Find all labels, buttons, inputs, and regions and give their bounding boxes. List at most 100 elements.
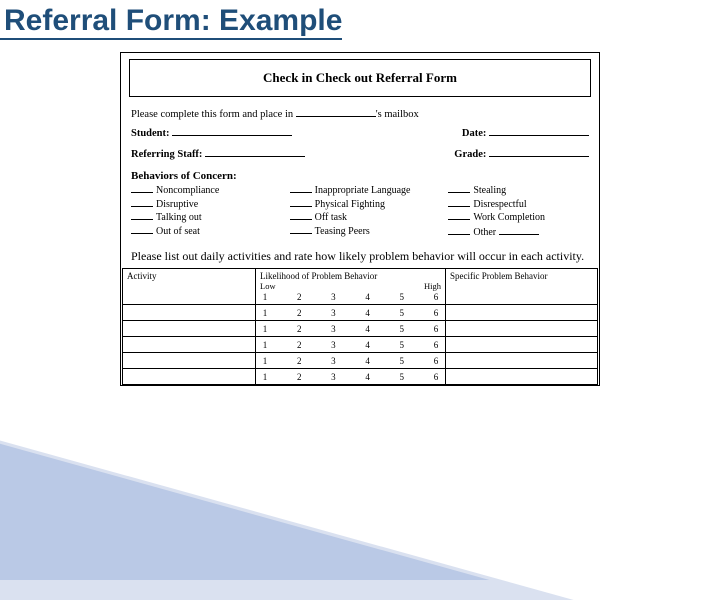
scale-num: 2 bbox=[294, 292, 304, 302]
scale-num[interactable]: 1 bbox=[260, 356, 270, 366]
table-row: 1 2 3 4 5 6 bbox=[123, 369, 598, 385]
behavior-item: Disruptive bbox=[131, 198, 272, 212]
behavior-check[interactable] bbox=[290, 184, 312, 193]
activity-cell[interactable] bbox=[123, 337, 256, 353]
behavior-item: Stealing bbox=[448, 184, 589, 198]
behavior-label: Stealing bbox=[473, 185, 506, 196]
scale-num[interactable]: 3 bbox=[328, 340, 338, 350]
decorative-triangle-1 bbox=[0, 430, 511, 580]
scale-num: 1 bbox=[260, 292, 270, 302]
table-instruction: Please list out daily activities and rat… bbox=[121, 245, 599, 266]
behavior-check[interactable] bbox=[448, 226, 470, 235]
grade-blank[interactable] bbox=[489, 147, 589, 157]
behavior-item: Inappropriate Language bbox=[290, 184, 431, 198]
specific-cell[interactable] bbox=[446, 369, 598, 385]
table-row: 1 2 3 4 5 6 bbox=[123, 321, 598, 337]
row-staff-grade: Referring Staff: Grade: bbox=[121, 143, 599, 164]
scale-num[interactable]: 2 bbox=[294, 324, 304, 334]
referring-staff-blank[interactable] bbox=[205, 147, 305, 157]
scale-num[interactable]: 4 bbox=[363, 356, 373, 366]
scale-num[interactable]: 6 bbox=[431, 324, 441, 334]
scale-num[interactable]: 5 bbox=[397, 372, 407, 382]
other-blank[interactable] bbox=[499, 225, 539, 235]
scale-num[interactable]: 1 bbox=[260, 324, 270, 334]
likelihood-cell[interactable]: 1 2 3 4 5 6 bbox=[256, 321, 446, 337]
behaviors-heading: Behaviors of Concern: bbox=[121, 164, 599, 184]
scale-num[interactable]: 6 bbox=[431, 356, 441, 366]
behavior-label: Teasing Peers bbox=[315, 226, 370, 237]
scale-num[interactable]: 1 bbox=[260, 340, 270, 350]
behavior-check[interactable] bbox=[290, 198, 312, 207]
scale-num[interactable]: 6 bbox=[431, 372, 441, 382]
behavior-item: Talking out bbox=[131, 211, 272, 225]
behavior-label: Other bbox=[473, 227, 496, 238]
scale-num[interactable]: 3 bbox=[328, 356, 338, 366]
scale-num[interactable]: 2 bbox=[294, 340, 304, 350]
behavior-check[interactable] bbox=[131, 198, 153, 207]
activity-cell[interactable] bbox=[123, 321, 256, 337]
behavior-check[interactable] bbox=[448, 211, 470, 220]
behavior-check[interactable] bbox=[448, 198, 470, 207]
behavior-label: Disrespectful bbox=[473, 199, 526, 210]
likelihood-cell[interactable]: 1 2 3 4 5 6 bbox=[256, 369, 446, 385]
date-label: Date: bbox=[462, 128, 487, 139]
behavior-check[interactable] bbox=[131, 184, 153, 193]
behavior-item: Out of seat bbox=[131, 225, 272, 239]
scale-num[interactable]: 5 bbox=[397, 308, 407, 318]
specific-cell[interactable] bbox=[446, 353, 598, 369]
scale-num[interactable]: 4 bbox=[363, 324, 373, 334]
scale-num[interactable]: 3 bbox=[328, 324, 338, 334]
likelihood-cell[interactable]: 1 2 3 4 5 6 bbox=[256, 353, 446, 369]
scale-num[interactable]: 1 bbox=[260, 372, 270, 382]
specific-cell[interactable] bbox=[446, 337, 598, 353]
scale-num: 5 bbox=[397, 292, 407, 302]
scale-num[interactable]: 6 bbox=[431, 308, 441, 318]
specific-cell[interactable] bbox=[446, 305, 598, 321]
date-blank[interactable] bbox=[489, 126, 589, 136]
scale-num[interactable]: 3 bbox=[328, 372, 338, 382]
scale-num[interactable]: 3 bbox=[328, 308, 338, 318]
activity-table: Activity Likelihood of Problem Behavior … bbox=[122, 268, 598, 385]
behavior-item: Other bbox=[448, 225, 589, 240]
likelihood-title: Likelihood of Problem Behavior bbox=[260, 271, 441, 281]
intro-line: Please complete this form and place in '… bbox=[121, 105, 599, 122]
activity-cell[interactable] bbox=[123, 353, 256, 369]
student-blank[interactable] bbox=[172, 126, 292, 136]
referring-staff-label: Referring Staff: bbox=[131, 149, 202, 160]
scale-num[interactable]: 4 bbox=[363, 372, 373, 382]
scale-num[interactable]: 1 bbox=[260, 308, 270, 318]
activity-cell[interactable] bbox=[123, 305, 256, 321]
likelihood-cell[interactable]: 1 2 3 4 5 6 bbox=[256, 305, 446, 321]
behavior-check[interactable] bbox=[131, 211, 153, 220]
scale-num[interactable]: 4 bbox=[363, 308, 373, 318]
behavior-item: Off task bbox=[290, 211, 431, 225]
behavior-check[interactable] bbox=[448, 184, 470, 193]
scale-nums-header: 1 2 3 4 5 6 bbox=[260, 291, 441, 302]
behavior-label: Physical Fighting bbox=[315, 199, 385, 210]
scale-num: 6 bbox=[431, 292, 441, 302]
behavior-item: Work Completion bbox=[448, 211, 589, 225]
scale-num[interactable]: 2 bbox=[294, 372, 304, 382]
col-likelihood: Likelihood of Problem Behavior Low High … bbox=[256, 269, 446, 305]
scale-num[interactable]: 4 bbox=[363, 340, 373, 350]
row-student-date: Student: Date: bbox=[121, 122, 599, 143]
behavior-check[interactable] bbox=[290, 211, 312, 220]
scale-nums: 1 2 3 4 5 6 bbox=[260, 307, 441, 318]
mailbox-blank[interactable] bbox=[296, 107, 376, 117]
scale-num: 4 bbox=[363, 292, 373, 302]
scale-nums: 1 2 3 4 5 6 bbox=[260, 339, 441, 350]
col-activity: Activity bbox=[123, 269, 256, 305]
behavior-check[interactable] bbox=[290, 225, 312, 234]
behaviors-col-3: Stealing Disrespectful Work Completion O… bbox=[448, 184, 589, 239]
scale-num[interactable]: 2 bbox=[294, 356, 304, 366]
scale-num[interactable]: 5 bbox=[397, 324, 407, 334]
behavior-check[interactable] bbox=[131, 225, 153, 234]
scale-num[interactable]: 6 bbox=[431, 340, 441, 350]
activity-cell[interactable] bbox=[123, 369, 256, 385]
scale-num[interactable]: 5 bbox=[397, 356, 407, 366]
scale-num[interactable]: 2 bbox=[294, 308, 304, 318]
scale-num[interactable]: 5 bbox=[397, 340, 407, 350]
specific-cell[interactable] bbox=[446, 321, 598, 337]
behavior-label: Work Completion bbox=[473, 212, 545, 223]
likelihood-cell[interactable]: 1 2 3 4 5 6 bbox=[256, 337, 446, 353]
